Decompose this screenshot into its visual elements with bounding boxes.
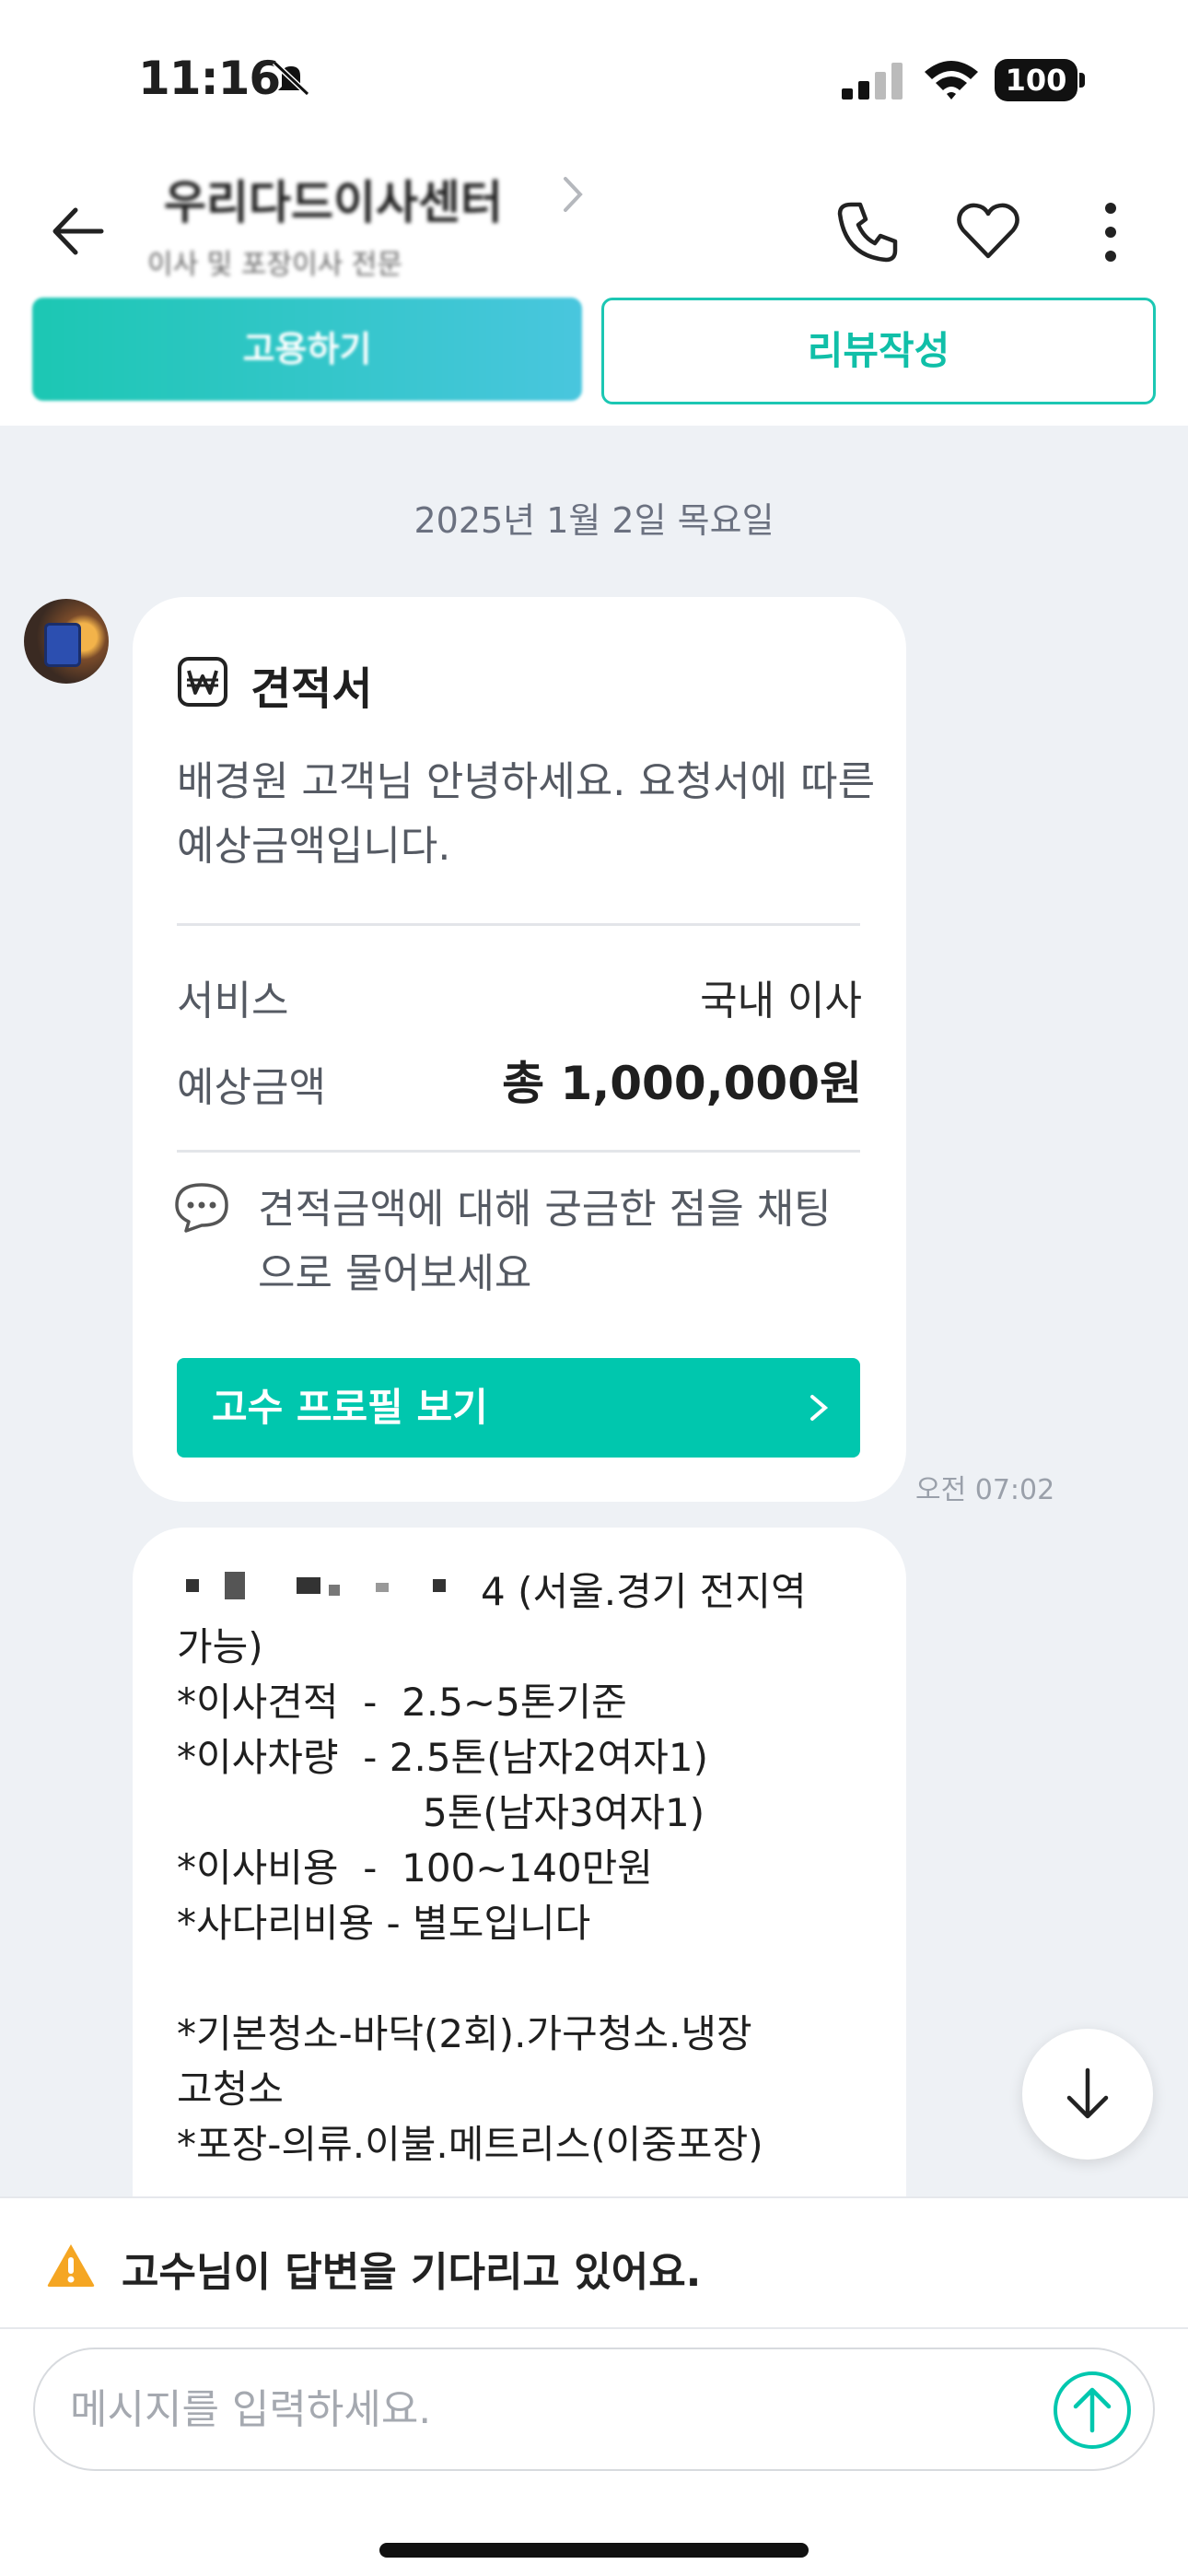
hire-button[interactable]: 고용하기 [32,298,582,401]
message-text: 4 (서울.경기 전지역 가능) *이사견적 - 2.5~5톤기준 *이사차량 … [177,1569,807,2167]
shop-subtitle: 이사 및 포장이사 전문 [147,249,403,281]
quote-description: 배경원 고객님 안녕하세요. 요청서에 따른 예상금액입니다. [177,758,876,870]
send-arrow-icon[interactable] [1052,2370,1133,2451]
avatar[interactable] [24,599,109,684]
home-indicator [379,2543,809,2558]
silent-bell-icon [272,60,310,96]
wifi-icon [925,61,978,100]
warning-icon [47,2244,95,2287]
chevron-right-icon [810,1395,829,1421]
battery-indicator: 100 [995,59,1087,101]
message-input-box[interactable] [33,2348,1155,2471]
message-time: 오전 07:02 [915,1474,1055,1506]
view-profile-button[interactable]: 고수 프로필 보기 [177,1358,860,1458]
signal-icon [842,63,903,100]
status-time: 11:16 [138,52,281,105]
quote-title: 견적서 [250,663,373,715]
message-bubble: 4 (서울.경기 전지역 가능) *이사견적 - 2.5~5톤기준 *이사차량 … [133,1528,906,2196]
action-bar: 고용하기 리뷰작성 [0,295,1188,424]
phone-icon[interactable] [834,199,901,265]
chat-area[interactable]: 2025년 1월 2일 목요일 견적서 배경원 고객님 안녕하세요. 요청서에 … [0,426,1188,2196]
view-profile-label: 고수 프로필 보기 [212,1385,488,1430]
heart-icon[interactable] [956,201,1020,262]
service-value: 국내 이사 [700,978,862,1025]
battery-level: 100 [995,59,1077,101]
quote-card: 견적서 배경원 고객님 안녕하세요. 요청서에 따른 예상금액입니다. 서비스 … [133,597,906,1502]
notice-text: 고수님이 답변을 기다리고 있어요. [122,2249,702,2296]
service-label: 서비스 [177,978,289,1025]
arrow-down-icon [1066,2067,1109,2119]
message-input-area [0,2329,1188,2576]
chat-header: 우리다드이사센터 이사 및 포장이사 전문 [0,138,1188,295]
waiting-notice: 고수님이 답변을 기다리고 있어요. [0,2196,1188,2329]
won-icon [178,657,227,707]
back-arrow-icon[interactable] [46,199,111,263]
quote-question: 견적금액에 대해 궁금한 점을 채팅으로 물어보세요 [258,1186,832,1297]
status-bar: 11:16 100 [0,0,1188,138]
date-separator: 2025년 1월 2일 목요일 [413,500,775,541]
price-label: 예상금액 [177,1064,326,1111]
chat-bubble-icon [175,1183,228,1233]
divider [177,923,860,926]
more-vertical-icon[interactable] [1092,199,1129,265]
price-value: 총 1,000,000원 [502,1057,862,1110]
write-review-button[interactable]: 리뷰작성 [601,298,1156,404]
message-input[interactable] [70,2377,991,2441]
shop-name[interactable]: 우리다드이사센터 [164,166,503,232]
scroll-down-button[interactable] [1022,2029,1153,2160]
chevron-right-icon[interactable] [556,171,589,217]
divider [177,1150,860,1153]
